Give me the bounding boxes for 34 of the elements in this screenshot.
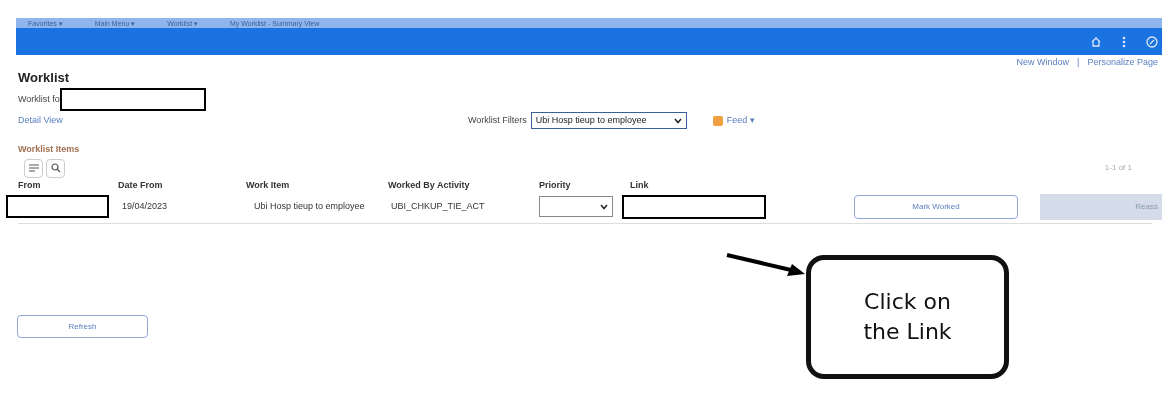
column-header: Work Item bbox=[246, 178, 291, 192]
refresh-button[interactable]: Refresh bbox=[17, 315, 148, 338]
filter-dropdown[interactable]: Ubi Hosp tieup to employee bbox=[530, 112, 687, 129]
detail-view-link[interactable]: Detail View bbox=[18, 113, 468, 128]
column-header: Worked By Activity bbox=[388, 178, 471, 192]
section-title: Worklist Items bbox=[18, 143, 81, 156]
search-icon bbox=[50, 163, 61, 173]
link-separator: | bbox=[1077, 56, 1080, 69]
filter-label: Worklist Filters bbox=[468, 113, 527, 127]
home-icon[interactable] bbox=[1090, 35, 1102, 48]
chevron-down-icon bbox=[673, 117, 682, 124]
worklist-for-label: Worklist fo bbox=[18, 92, 60, 106]
search-button[interactable] bbox=[46, 158, 65, 178]
header-link[interactable]: New Window bbox=[1016, 56, 1070, 70]
pager[interactable]: 1-1 of 1 bbox=[1104, 162, 1132, 174]
callout: Click on the Link bbox=[806, 255, 1009, 379]
rss-icon bbox=[712, 115, 723, 126]
header-link[interactable]: Personalize Page bbox=[1087, 56, 1158, 70]
table-cell-text: UBI_CHKUP_TIE_ACT bbox=[390, 199, 486, 213]
column-header: Priority bbox=[539, 178, 572, 192]
page-title: Worklist bbox=[18, 68, 71, 87]
compass-icon[interactable] bbox=[1146, 35, 1158, 48]
table-cell-text: 19/04/2023 bbox=[121, 199, 169, 213]
table-cell-text: Ubi Hosp tieup to employee bbox=[253, 199, 366, 213]
more-icon[interactable] bbox=[1122, 35, 1126, 48]
column-header: Link bbox=[630, 178, 650, 192]
column-header: Date From bbox=[118, 178, 164, 192]
reassign-button[interactable]: Reass bbox=[1040, 193, 1162, 220]
feed-link[interactable]: Feed ▾ bbox=[726, 113, 755, 128]
list-icon bbox=[28, 164, 39, 172]
column-header: From bbox=[18, 178, 42, 192]
mark-worked-button[interactable]: Mark Worked bbox=[854, 194, 1018, 219]
chevron-down-icon bbox=[600, 203, 608, 210]
priority-dropdown[interactable] bbox=[539, 196, 613, 217]
